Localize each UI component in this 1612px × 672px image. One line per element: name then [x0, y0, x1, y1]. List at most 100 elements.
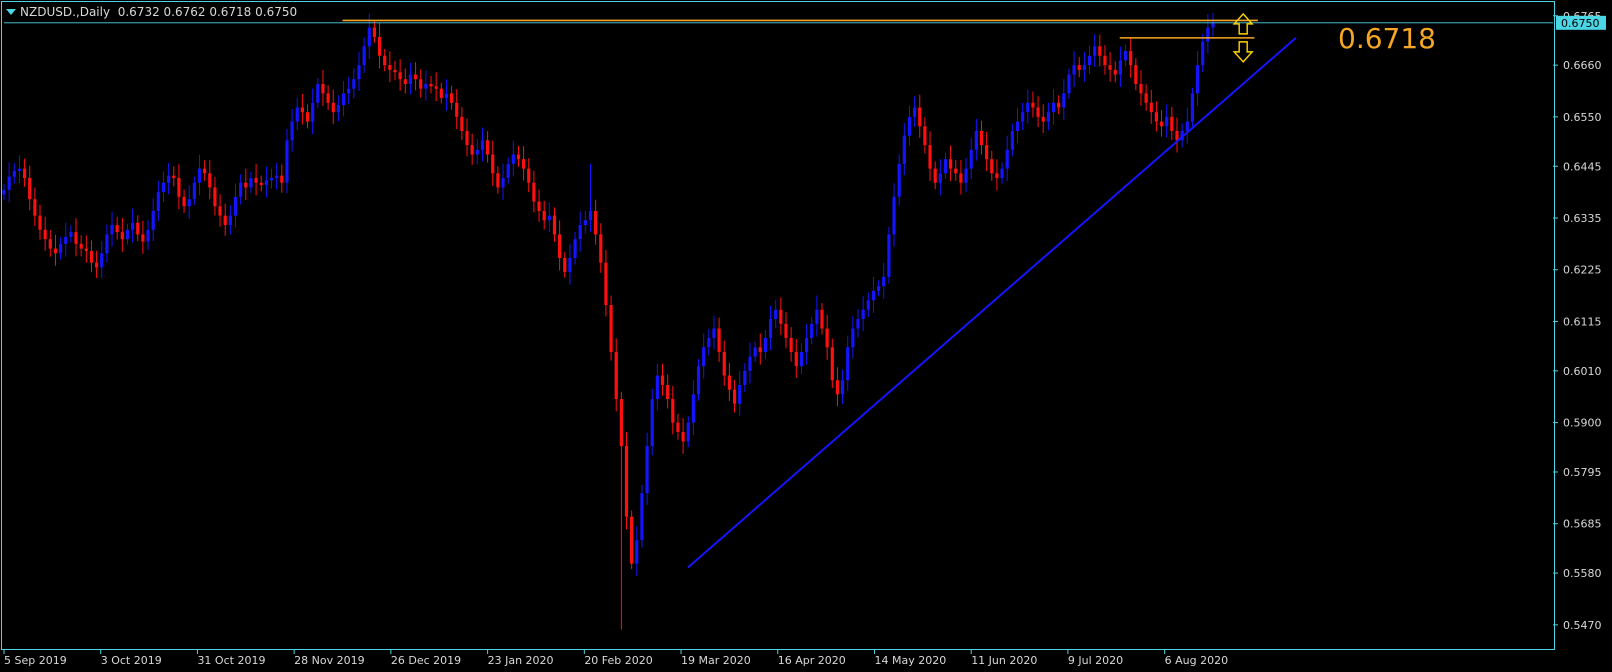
candle [1031, 91, 1035, 118]
candle [197, 154, 202, 196]
candle [110, 211, 114, 247]
candle [1087, 45, 1092, 75]
candle [496, 166, 500, 194]
candle [1108, 52, 1112, 82]
candle [69, 225, 73, 243]
candle [383, 48, 387, 72]
candle [779, 297, 783, 335]
candle [666, 374, 670, 409]
candle [532, 170, 536, 213]
candles-group [2, 12, 1215, 630]
candle [223, 203, 227, 236]
candle [79, 235, 83, 257]
candle [871, 276, 876, 313]
candle [233, 183, 238, 228]
candle [671, 385, 675, 435]
candle [732, 379, 737, 413]
candle [1062, 79, 1066, 121]
candle [125, 223, 130, 245]
candle [388, 51, 392, 83]
candle [640, 484, 644, 548]
candle [938, 159, 942, 196]
candle [624, 432, 629, 530]
candle [218, 194, 222, 227]
candle [1144, 84, 1148, 111]
arrow-down-icon[interactable] [1232, 41, 1254, 63]
time-axis: 5 Sep 2019 3 Oct 2019 31 Oct 2019 28 Nov 20… [3, 649, 1228, 667]
candle [12, 163, 16, 184]
candle [460, 107, 464, 140]
candle [789, 327, 793, 362]
candle [1159, 110, 1164, 137]
candle [1113, 61, 1117, 83]
y-tick-label: 0.6550 [1563, 111, 1602, 124]
candle [547, 202, 551, 233]
candle [269, 168, 274, 189]
candle [1129, 36, 1133, 78]
candle [743, 363, 747, 392]
candle [372, 20, 377, 43]
candle [167, 162, 171, 195]
candle [172, 166, 176, 187]
candle [491, 140, 495, 186]
dropdown-triangle-icon[interactable] [6, 9, 16, 15]
candle [1175, 117, 1179, 153]
candle [799, 343, 804, 375]
x-tick-label: 9 Jul 2020 [1068, 654, 1123, 667]
candle [768, 305, 773, 351]
candle [357, 52, 361, 91]
candle [33, 187, 37, 227]
candle [187, 185, 191, 219]
candle [352, 68, 356, 99]
candle [1051, 89, 1056, 125]
candle [449, 85, 454, 110]
candle [475, 138, 479, 165]
candle [573, 231, 577, 265]
candle [722, 340, 726, 386]
candle [151, 198, 155, 242]
candle [933, 161, 937, 190]
candle [1211, 12, 1215, 37]
candle [136, 215, 140, 242]
candle [285, 128, 289, 193]
arrow-up-icon[interactable] [1232, 12, 1254, 35]
candle [480, 127, 485, 162]
x-tick-label: 19 Mar 2020 [681, 654, 751, 667]
candle [58, 236, 63, 260]
candle [974, 118, 978, 161]
y-tick-label: 0.6660 [1563, 59, 1602, 72]
candle [295, 97, 299, 131]
candle [347, 76, 351, 104]
candle [161, 171, 166, 203]
candle [254, 163, 258, 196]
candle [815, 295, 819, 337]
x-tick-label: 6 Aug 2020 [1165, 654, 1228, 667]
candle [707, 328, 711, 356]
candle [43, 216, 47, 251]
candle [208, 160, 212, 200]
candle [990, 150, 994, 181]
candle [645, 432, 649, 506]
candle [1005, 135, 1009, 182]
candle [568, 243, 572, 285]
candle [851, 316, 855, 359]
candle [100, 241, 104, 279]
x-tick-label: 3 Oct 2019 [101, 654, 162, 667]
candle [954, 160, 958, 181]
candle [28, 165, 32, 211]
candle [115, 216, 119, 240]
candle [542, 200, 546, 230]
candle [290, 109, 294, 152]
trend-line[interactable] [687, 37, 1297, 569]
y-tick-label: 0.6225 [1563, 264, 1602, 277]
candle [362, 37, 366, 74]
candle [439, 82, 443, 104]
candle [1067, 68, 1071, 99]
candle [588, 163, 593, 232]
candle [1123, 44, 1128, 67]
candle [516, 145, 521, 167]
candle [403, 68, 407, 94]
candle [794, 339, 798, 378]
chart-border [1, 1, 1555, 650]
x-tick-label: 20 Feb 2020 [584, 654, 652, 667]
